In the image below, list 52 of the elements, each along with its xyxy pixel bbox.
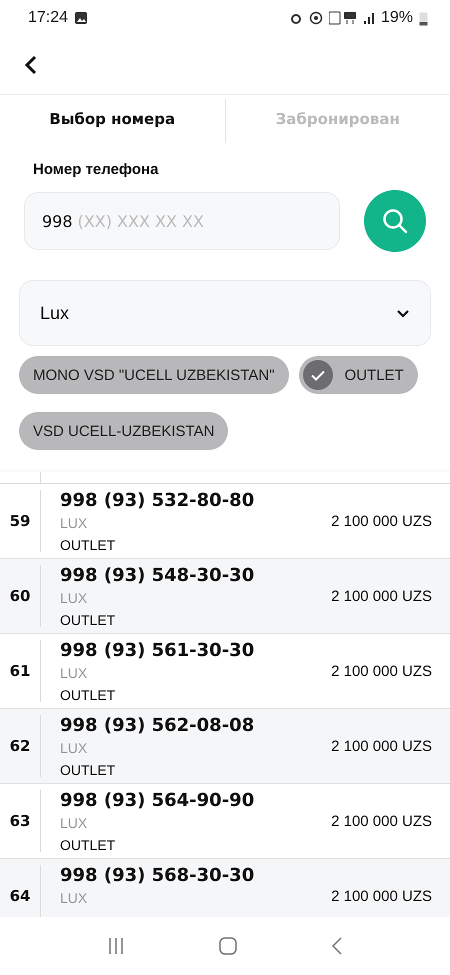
phone-number: 998 (93) 564-90-90 — [60, 790, 256, 812]
price-text: 2 100 000 UZS — [331, 662, 433, 680]
category-dropdown[interactable]: Lux — [19, 280, 431, 346]
filter-chip[interactable]: VSD UCELL-UZBEKISTAN — [19, 412, 228, 450]
status-time: 17:24 — [28, 9, 68, 27]
price-text: 2 100 000 UZS — [331, 512, 433, 530]
check-icon — [302, 360, 333, 390]
category-text: LUX — [60, 664, 88, 683]
search-icon — [381, 207, 409, 235]
price-text: 2 100 000 UZS — [331, 812, 433, 830]
phone-number: 998 (93) 561-30-30 — [60, 640, 256, 662]
category-text: LUX — [60, 814, 88, 833]
battery-icon — [419, 10, 428, 26]
row-number: 61 — [8, 662, 32, 680]
phone-number: 998 (93) 532-80-80 — [60, 490, 256, 512]
dealer-text: OUTLET — [60, 761, 116, 780]
price-text: 2 100 000 UZS — [331, 738, 433, 754]
price-text: 2 100 000 UZS — [331, 888, 433, 904]
number-row[interactable]: 60 998 (93) 548-30-30 LUX OUTLET 2 100 000 UZS — [0, 559, 450, 634]
home-icon[interactable] — [218, 936, 238, 956]
battery-percent: 19% — [380, 9, 413, 27]
number-row[interactable]: 64 998 (93) 568-30-30 LUX 2 100 000 UZS — [0, 859, 450, 917]
dealer-text: OUTLET — [60, 536, 116, 555]
back-icon[interactable] — [24, 55, 38, 75]
dealer-text: OUTLET — [60, 611, 116, 630]
row-number: 62 — [8, 737, 32, 755]
field-label: Номер телефона — [33, 161, 160, 178]
number-row[interactable]: 62 998 (93) 562-08-08 LUX OUTLET 2 100 000 UZS — [0, 709, 450, 784]
filter-chip[interactable]: OUTLET — [298, 356, 418, 394]
chevron-down-icon — [396, 308, 410, 318]
phone-input-field[interactable]: (XX) XXX XX XX — [78, 212, 278, 230]
row-number: 59 — [8, 512, 32, 530]
category-text: LUX — [60, 589, 88, 608]
tab[interactable]: Выбор номера — [0, 95, 224, 143]
dealer-text: OUTLET — [60, 836, 116, 855]
price-text: 2 100 000 UZS — [331, 588, 433, 604]
phone-number: 998 (93) 568-30-30 — [60, 865, 256, 887]
category-text: LUX — [60, 514, 88, 533]
category-text: LUX — [60, 739, 88, 758]
row-number: 63 — [8, 812, 32, 830]
country-code: 998 — [42, 212, 73, 230]
image-icon — [74, 11, 88, 25]
phone-number: 998 (93) 562-08-08 — [60, 715, 256, 737]
category-text: LUX — [60, 889, 88, 908]
row-number: 60 — [8, 587, 32, 605]
hotspot-icon — [308, 11, 323, 25]
filter-chip[interactable]: MONO VSD "UCELL UZBEKISTAN" — [19, 356, 289, 394]
phone-field[interactable]: 998 (XX) XXX XX XX — [24, 192, 340, 250]
row-number: 64 — [8, 887, 32, 905]
dealer-text: OUTLET — [60, 686, 116, 705]
signal-icon — [362, 11, 375, 25]
phone-number: 998 (93) 548-30-30 — [60, 565, 256, 587]
